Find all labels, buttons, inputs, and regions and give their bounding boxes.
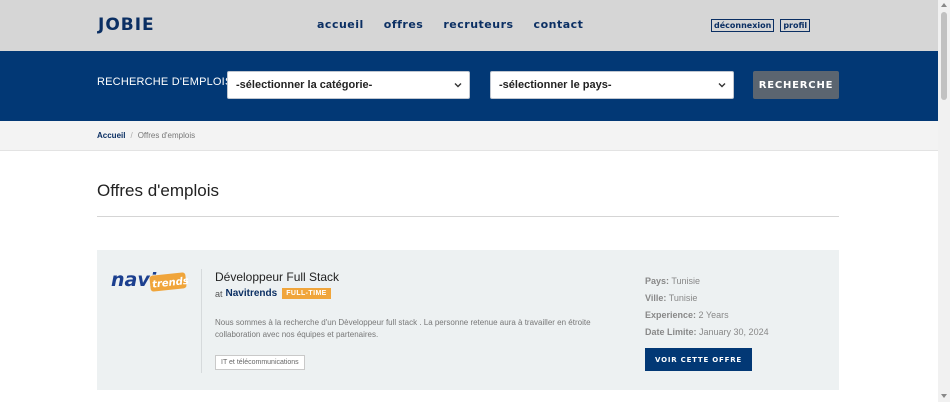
company-line: at Navitrends FULL-TIME — [215, 288, 331, 299]
at-label: at — [215, 288, 223, 299]
scroll-down-icon[interactable] — [941, 394, 947, 398]
top-nav: JOBIE accueil offres recruteurs contact … — [0, 0, 938, 51]
search-button[interactable]: RECHERCHE — [753, 71, 839, 99]
page: JOBIE accueil offres recruteurs contact … — [0, 0, 950, 402]
breadcrumb-home-link[interactable]: Accueil — [97, 131, 125, 140]
deadline-value: January 30, 2024 — [699, 327, 769, 337]
experience-value: 2 Years — [698, 310, 729, 320]
job-description: Nous sommes à la recherche d'un Dèvelopp… — [215, 318, 591, 339]
job-search-bar: RECHERCHE D'EMPLOIS -sélectionner la cat… — [0, 51, 938, 121]
meta-deadline: Date Limite: January 30, 2024 — [645, 324, 769, 341]
search-label: RECHERCHE D'EMPLOIS — [97, 76, 233, 88]
title-divider — [97, 216, 839, 217]
meta-country: Pays: Tunisie — [645, 273, 769, 290]
country-value: Tunisie — [671, 276, 701, 286]
experience-label: Experience: — [645, 310, 697, 320]
category-tag[interactable]: IT et télécommunications — [215, 355, 305, 370]
job-meta: Pays: Tunisie Ville: Tunisie Experience:… — [645, 273, 769, 341]
meta-experience: Experience: 2 Years — [645, 307, 769, 324]
category-select-value: -sélectionner la catégorie- — [236, 79, 373, 91]
profile-button[interactable]: profil — [780, 19, 811, 32]
card-divider — [201, 269, 202, 373]
company-logo[interactable]: navi trends — [110, 266, 190, 296]
category-select[interactable]: -sélectionner la catégorie- — [227, 71, 470, 99]
breadcrumb-separator: / — [130, 131, 133, 140]
breadcrumb-bar: Accueil / Offres d'emplois — [0, 121, 938, 151]
city-value: Tunisie — [668, 293, 698, 303]
contract-badge: FULL-TIME — [282, 288, 331, 299]
meta-city: Ville: Tunisie — [645, 290, 769, 307]
breadcrumb-current: Offres d'emplois — [137, 131, 196, 140]
country-label: Pays: — [645, 276, 670, 286]
page-title: Offres d'emplois — [97, 181, 219, 200]
deadline-label: Date Limite: — [645, 327, 697, 337]
country-select-value: -sélectionner le pays- — [499, 79, 612, 91]
account-links: déconnexion profil — [711, 19, 811, 32]
job-title[interactable]: Développeur Full Stack — [215, 270, 339, 284]
scrollbar-thumb[interactable] — [941, 12, 947, 100]
company-link[interactable]: Navitrends — [226, 288, 278, 299]
breadcrumb: Accueil / Offres d'emplois — [97, 131, 195, 140]
job-card: navi trends Développeur Full Stack at Na… — [97, 250, 839, 390]
logout-button[interactable]: déconnexion — [711, 19, 775, 32]
main-menu: accueil offres recruteurs contact — [317, 18, 603, 31]
chevron-down-icon — [454, 83, 462, 88]
chevron-down-icon — [718, 83, 726, 88]
scroll-up-icon[interactable] — [941, 3, 947, 7]
view-offer-button[interactable]: VOIR CETTE OFFRE — [645, 348, 752, 371]
nav-link-recruteurs[interactable]: recruteurs — [443, 18, 513, 31]
city-label: Ville: — [645, 293, 667, 303]
site-logo[interactable]: JOBIE — [98, 15, 155, 35]
nav-link-accueil[interactable]: accueil — [317, 18, 364, 31]
nav-link-offres[interactable]: offres — [384, 18, 424, 31]
country-select[interactable]: -sélectionner le pays- — [490, 71, 734, 99]
nav-link-contact[interactable]: contact — [534, 18, 584, 31]
